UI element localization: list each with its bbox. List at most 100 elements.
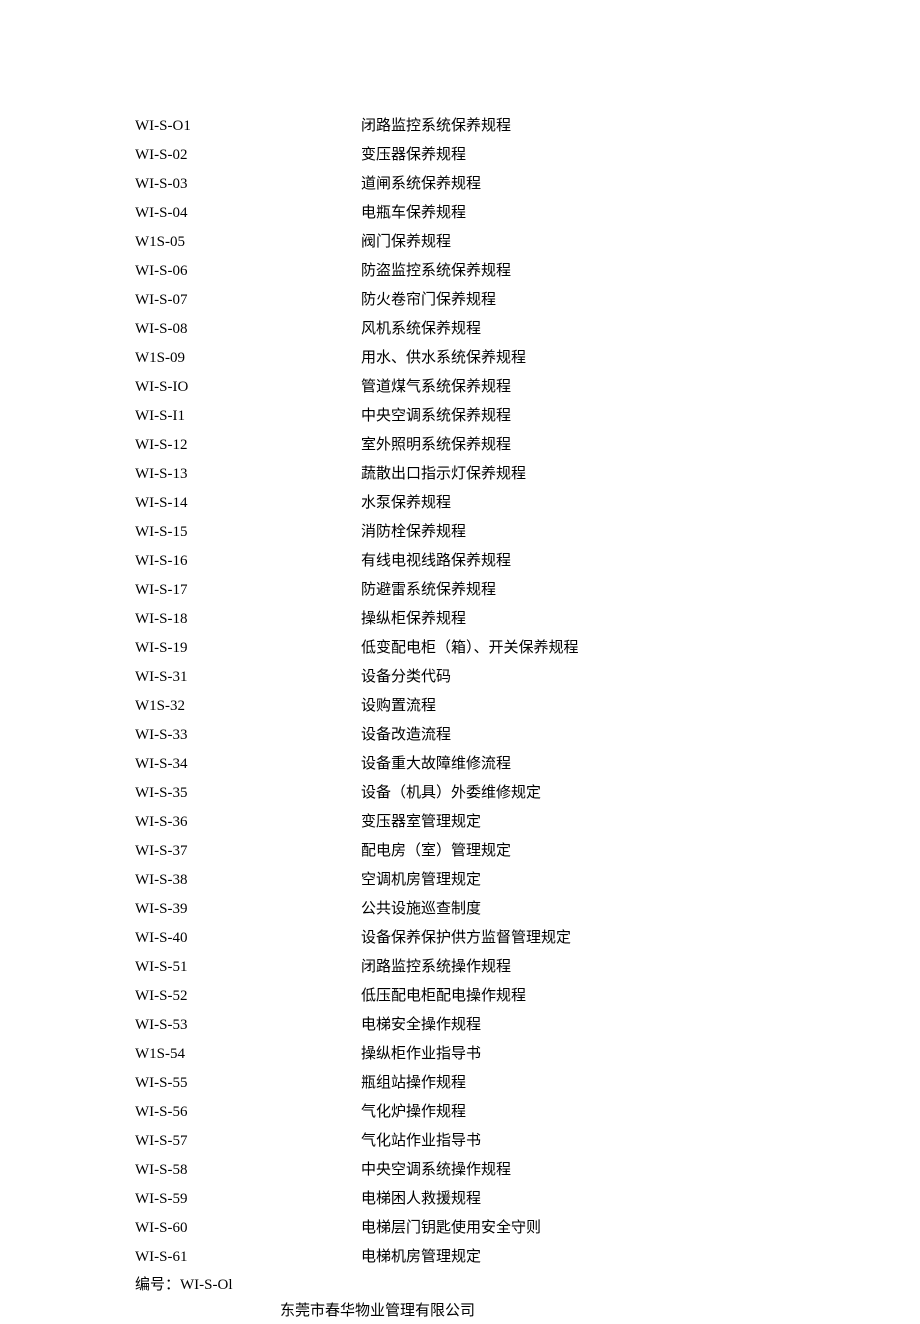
list-item: WI-S-03道闸系统保养规程 — [135, 170, 820, 199]
list-item: WI-S-33设备改造流程 — [135, 721, 820, 750]
list-item: WI-S-55瓶组站操作规程 — [135, 1069, 820, 1098]
item-title: 低变配电柜（箱）、开关保养规程 — [361, 634, 820, 663]
list-item: WI-S-59电梯困人救援规程 — [135, 1185, 820, 1214]
item-code: W1S-54 — [135, 1040, 361, 1069]
list-item: WI-S-07防火卷帘门保养规程 — [135, 286, 820, 315]
list-item: WI-S-IO管道煤气系统保养规程 — [135, 373, 820, 402]
list-item: WI-S-O1闭路监控系统保养规程 — [135, 112, 820, 141]
item-title: 电梯安全操作规程 — [361, 1011, 820, 1040]
item-title: 公共设施巡查制度 — [361, 895, 820, 924]
item-title: 气化站作业指导书 — [361, 1127, 820, 1156]
item-code: WI-S-16 — [135, 547, 361, 576]
item-title: 气化炉操作规程 — [361, 1098, 820, 1127]
list-item: WI-S-31设备分类代码 — [135, 663, 820, 692]
item-code: W1S-32 — [135, 692, 361, 721]
item-title: 消防栓保养规程 — [361, 518, 820, 547]
list-item: WI-S-12室外照明系统保养规程 — [135, 431, 820, 460]
item-title: 蔬散出口指示灯保养规程 — [361, 460, 820, 489]
item-title: 闭路监控系统操作规程 — [361, 953, 820, 982]
list-item: WI-S-17防避雷系统保养规程 — [135, 576, 820, 605]
item-title: 电瓶车保养规程 — [361, 199, 820, 228]
list-item: WI-S-I1中央空调系统保养规程 — [135, 402, 820, 431]
item-title: 操纵柜作业指导书 — [361, 1040, 820, 1069]
item-title: 设备改造流程 — [361, 721, 820, 750]
item-title: 设备重大故障维修流程 — [361, 750, 820, 779]
item-code: WI-S-37 — [135, 837, 361, 866]
list-item: WI-S-04电瓶车保养规程 — [135, 199, 820, 228]
item-title: 用水、供水系统保养规程 — [361, 344, 820, 373]
item-code: W1S-09 — [135, 344, 361, 373]
item-title: 设购置流程 — [361, 692, 820, 721]
list-item: WI-S-40设备保养保护供方监督管理规定 — [135, 924, 820, 953]
item-code: WI-S-31 — [135, 663, 361, 692]
item-code: WI-S-38 — [135, 866, 361, 895]
item-title: 室外照明系统保养规程 — [361, 431, 820, 460]
item-code: WI-S-39 — [135, 895, 361, 924]
item-code: WI-S-03 — [135, 170, 361, 199]
item-title: 阀门保养规程 — [361, 228, 820, 257]
item-code: WI-S-IO — [135, 373, 361, 402]
item-code: WI-S-60 — [135, 1214, 361, 1243]
item-title: 变压器室管理规定 — [361, 808, 820, 837]
list-item: WI-S-14水泵保养规程 — [135, 489, 820, 518]
item-code: WI-S-04 — [135, 199, 361, 228]
item-title: 设备保养保护供方监督管理规定 — [361, 924, 820, 953]
list-item: WI-S-36变压器室管理规定 — [135, 808, 820, 837]
company-name: 东莞市春华物业管理有限公司 — [135, 1298, 820, 1324]
list-item: W1S-32设购置流程 — [135, 692, 820, 721]
list-item: WI-S-15消防栓保养规程 — [135, 518, 820, 547]
item-title: 电梯困人救援规程 — [361, 1185, 820, 1214]
item-title: 中央空调系统操作规程 — [361, 1156, 820, 1185]
item-code: WI-S-12 — [135, 431, 361, 460]
item-code: WI-S-17 — [135, 576, 361, 605]
item-code: WI-S-02 — [135, 141, 361, 170]
item-title: 空调机房管理规定 — [361, 866, 820, 895]
item-code: WI-S-33 — [135, 721, 361, 750]
item-title: 中央空调系统保养规程 — [361, 402, 820, 431]
item-code: WI-S-34 — [135, 750, 361, 779]
item-code: WI-S-I1 — [135, 402, 361, 431]
list-item: WI-S-06防盗监控系统保养规程 — [135, 257, 820, 286]
list-item: WI-S-51闭路监控系统操作规程 — [135, 953, 820, 982]
list-item: WI-S-38空调机房管理规定 — [135, 866, 820, 895]
list-item: WI-S-52低压配电柜配电操作规程 — [135, 982, 820, 1011]
item-code: W1S-05 — [135, 228, 361, 257]
item-code: WI-S-55 — [135, 1069, 361, 1098]
item-code: WI-S-53 — [135, 1011, 361, 1040]
list-item: W1S-05阀门保养规程 — [135, 228, 820, 257]
list-item: WI-S-34设备重大故障维修流程 — [135, 750, 820, 779]
list-item: WI-S-35设备（机具）外委维修规定 — [135, 779, 820, 808]
list-item: WI-S-53电梯安全操作规程 — [135, 1011, 820, 1040]
item-code: WI-S-07 — [135, 286, 361, 315]
item-title: 设备（机具）外委维修规定 — [361, 779, 820, 808]
document-list: WI-S-O1闭路监控系统保养规程WI-S-02变压器保养规程WI-S-03道闸… — [135, 112, 820, 1272]
item-code: WI-S-40 — [135, 924, 361, 953]
list-item: WI-S-60电梯层门钥匙使用安全守则 — [135, 1214, 820, 1243]
item-title: 风机系统保养规程 — [361, 315, 820, 344]
item-title: 闭路监控系统保养规程 — [361, 112, 820, 141]
list-item: WI-S-57气化站作业指导书 — [135, 1127, 820, 1156]
item-code: WI-S-58 — [135, 1156, 361, 1185]
item-code: WI-S-51 — [135, 953, 361, 982]
item-code: WI-S-57 — [135, 1127, 361, 1156]
list-item: WI-S-58中央空调系统操作规程 — [135, 1156, 820, 1185]
item-title: 配电房（室）管理规定 — [361, 837, 820, 866]
item-code: WI-S-06 — [135, 257, 361, 286]
item-code: WI-S-52 — [135, 982, 361, 1011]
item-code: WI-S-61 — [135, 1243, 361, 1272]
item-code: WI-S-14 — [135, 489, 361, 518]
list-item: WI-S-61电梯机房管理规定 — [135, 1243, 820, 1272]
item-title: 防盗监控系统保养规程 — [361, 257, 820, 286]
item-code: WI-S-15 — [135, 518, 361, 547]
item-title: 操纵柜保养规程 — [361, 605, 820, 634]
item-title: 有线电视线路保养规程 — [361, 547, 820, 576]
item-title: 变压器保养规程 — [361, 141, 820, 170]
item-code: WI-S-18 — [135, 605, 361, 634]
item-code: WI-S-35 — [135, 779, 361, 808]
item-title: 防火卷帘门保养规程 — [361, 286, 820, 315]
list-item: WI-S-13蔬散出口指示灯保养规程 — [135, 460, 820, 489]
list-item: WI-S-08风机系统保养规程 — [135, 315, 820, 344]
item-code: WI-S-08 — [135, 315, 361, 344]
item-code: WI-S-13 — [135, 460, 361, 489]
document-number: 编号：WI-S-Ol — [135, 1272, 820, 1298]
